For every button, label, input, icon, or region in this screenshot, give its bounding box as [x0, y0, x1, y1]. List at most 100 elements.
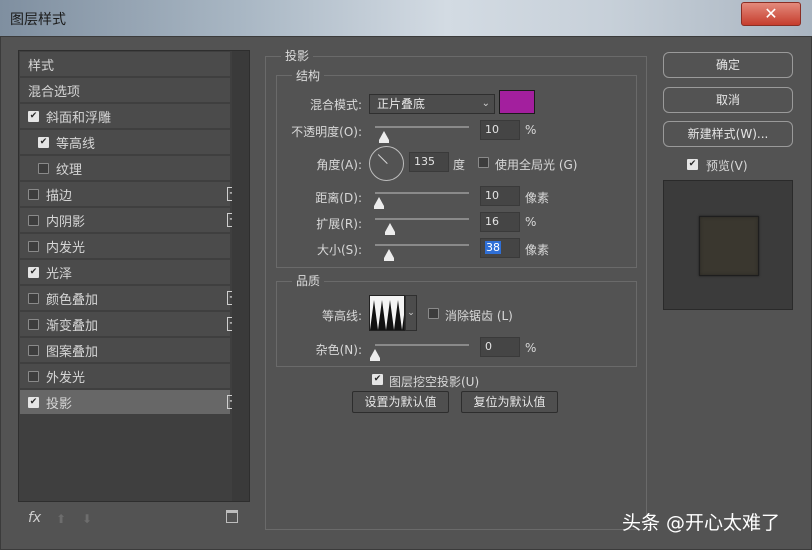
reset-default-button[interactable]: 复位为默认值 — [461, 391, 558, 413]
blend-mode-label: 混合模式: — [309, 98, 362, 112]
size-unit: 像素 — [525, 243, 550, 257]
make-default-button[interactable]: 设置为默认值 — [352, 391, 449, 413]
trash-icon[interactable] — [226, 510, 238, 523]
style-checkbox[interactable]: ✔ — [28, 396, 39, 408]
distance-input[interactable]: 10 — [480, 186, 520, 206]
blend-mode-select[interactable]: 正片叠底 ⌄ — [369, 94, 495, 114]
angle-label: 角度(A): — [316, 158, 362, 172]
style-item-label: 斜面和浮雕 — [46, 110, 112, 126]
style-item[interactable]: ✔ 斜面和浮雕 — [20, 104, 230, 129]
size-input-value: 38 — [485, 241, 501, 254]
distance-unit: 像素 — [525, 191, 550, 205]
move-up-icon[interactable]: ⬆ — [56, 512, 66, 526]
style-checkbox[interactable]: ✔ — [28, 110, 39, 122]
style-item[interactable]: 内阴影+ — [20, 208, 241, 233]
style-item[interactable]: ✔投影+ — [20, 390, 241, 415]
ok-button[interactable]: 确定 — [663, 52, 793, 78]
title-bar: 图层样式 ✕ — [0, 0, 812, 36]
style-checkbox[interactable]: ✔ — [28, 266, 39, 278]
style-checkbox[interactable] — [28, 240, 39, 252]
style-item-label: 渐变叠加 — [46, 318, 99, 334]
contour-picker[interactable] — [369, 295, 405, 331]
watermark: 头条 @开心太难了 — [622, 512, 781, 534]
size-input[interactable]: 38 — [480, 238, 520, 258]
styles-scrollbar[interactable] — [232, 51, 249, 501]
contour-label: 等高线: — [321, 309, 362, 323]
spread-slider-thumb[interactable] — [385, 223, 396, 235]
style-item-label: 投影 — [46, 396, 73, 412]
style-checkbox[interactable]: ✔ — [38, 136, 49, 148]
knockout-checkbox[interactable]: ✔ — [372, 374, 383, 385]
cancel-button[interactable]: 取消 — [663, 87, 793, 113]
opacity-slider-thumb[interactable] — [379, 131, 390, 143]
distance-slider-thumb[interactable] — [373, 197, 384, 209]
angle-dial-needle — [377, 154, 388, 164]
preview-checkbox[interactable]: ✔ — [687, 159, 698, 170]
contour-curve-icon — [370, 300, 404, 330]
style-item[interactable]: 混合选项 — [20, 78, 230, 103]
style-item[interactable]: 内发光 — [20, 234, 230, 259]
opacity-label: 不透明度(O): — [291, 125, 362, 139]
style-checkbox[interactable] — [38, 162, 49, 174]
style-item-label: 描边 — [46, 188, 73, 204]
fx-icon[interactable]: fx — [28, 510, 41, 526]
noise-slider-thumb[interactable] — [370, 349, 380, 361]
shadow-color-swatch[interactable] — [499, 90, 535, 114]
new-style-button[interactable]: 新建样式(W)... — [663, 121, 793, 147]
style-checkbox[interactable] — [28, 318, 39, 330]
spread-unit: % — [525, 215, 537, 229]
close-icon: ✕ — [764, 4, 778, 23]
style-item-label: 内阴影 — [46, 214, 86, 230]
preview-thumbnail — [699, 216, 759, 276]
style-item[interactable]: ✔ 光泽 — [20, 260, 230, 285]
size-label: 大小(S): — [316, 243, 362, 257]
spread-input[interactable]: 16 — [480, 212, 520, 232]
quality-title: 品质 — [292, 272, 325, 289]
distance-label: 距离(D): — [315, 191, 362, 205]
style-checkbox[interactable] — [28, 188, 39, 200]
style-item[interactable]: 纹理 — [20, 156, 230, 181]
style-item[interactable]: ✔ 等高线 — [20, 130, 230, 155]
noise-input[interactable]: 0 — [480, 337, 520, 357]
opacity-slider-track[interactable] — [375, 126, 469, 128]
opacity-input[interactable]: 10 — [480, 120, 520, 140]
section-title: 投影 — [281, 47, 314, 64]
style-item[interactable]: 外发光 — [20, 364, 230, 389]
structure-title: 结构 — [292, 67, 325, 84]
style-item[interactable]: 描边+ — [20, 182, 241, 207]
close-button[interactable]: ✕ — [741, 2, 801, 26]
style-checkbox[interactable] — [28, 344, 39, 356]
style-item[interactable]: 图案叠加 — [20, 338, 230, 363]
styles-toolbar: fx ⬆ ⬇ — [28, 510, 248, 530]
contour-dropdown[interactable]: ⌄ — [405, 295, 417, 331]
style-checkbox[interactable] — [28, 214, 39, 226]
chevron-down-icon: ⌄ — [481, 98, 490, 109]
style-item[interactable]: 颜色叠加+ — [20, 286, 241, 311]
style-checkbox[interactable] — [28, 370, 39, 382]
size-slider-track[interactable] — [375, 244, 469, 246]
style-item-label: 图案叠加 — [46, 344, 99, 360]
angle-dial[interactable] — [369, 146, 404, 181]
antialias-label: 消除锯齿 (L) — [445, 309, 513, 323]
angle-unit: 度 — [453, 158, 466, 172]
style-item-label: 样式 — [28, 58, 55, 74]
distance-slider-track[interactable] — [375, 192, 469, 194]
noise-label: 杂色(N): — [315, 343, 362, 357]
antialias-checkbox[interactable] — [428, 308, 439, 319]
style-item[interactable]: 渐变叠加+ — [20, 312, 241, 337]
size-slider-thumb[interactable] — [384, 249, 395, 261]
move-down-icon[interactable]: ⬇ — [82, 512, 92, 526]
style-item-label: 外发光 — [46, 370, 86, 386]
styles-list: 样式混合选项✔斜面和浮雕✔等高线纹理描边+内阴影+内发光✔光泽颜色叠加+渐变叠加… — [18, 50, 250, 502]
global-light-checkbox[interactable] — [478, 157, 489, 168]
style-item[interactable]: 样式 — [20, 52, 230, 77]
preview-label: 预览(V) — [706, 159, 748, 173]
global-light-label: 使用全局光 (G) — [495, 158, 578, 172]
style-preview — [663, 180, 793, 310]
style-checkbox[interactable] — [28, 292, 39, 304]
spread-slider-track[interactable] — [375, 218, 469, 220]
noise-slider-track[interactable] — [375, 344, 469, 346]
angle-input[interactable]: 135 — [409, 152, 449, 172]
chevron-down-icon: ⌄ — [407, 308, 415, 318]
opacity-unit: % — [525, 123, 537, 137]
